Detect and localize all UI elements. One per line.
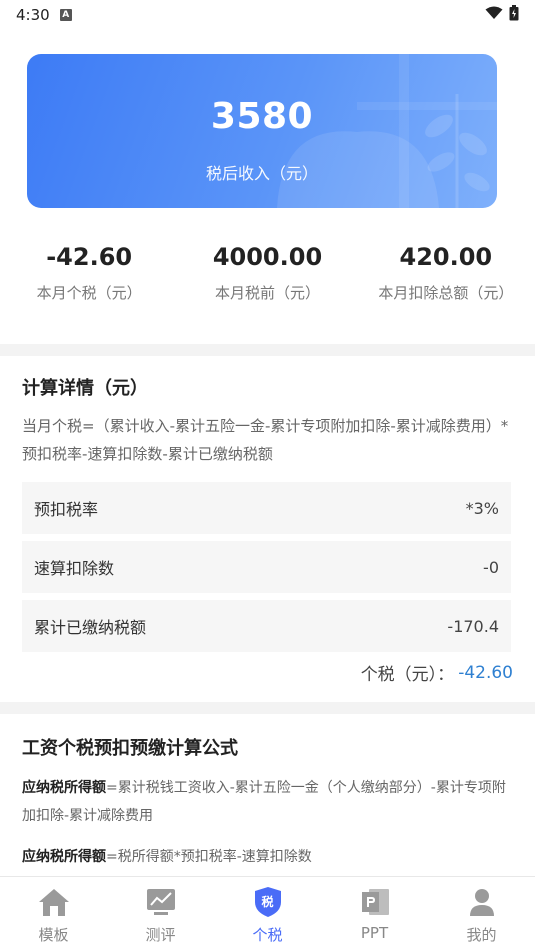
nav-item-ppt[interactable]: PPT [321,877,428,951]
battery-icon [509,5,519,25]
nav-label: 我的 [466,926,497,944]
details-title: 计算详情（元） [22,378,148,399]
chart-icon [144,885,178,919]
details-formula: 当月个税=（累计收入-累计五险一金-累计专项附加扣除-累计减除费用）*预扣税率-… [22,417,509,463]
formula-item: 应纳税所得额=累计税钱工资收入-累计五险一金（个人缴纳部分）-累计专项附加扣除-… [22,774,517,830]
detail-row-quick-deduction: 速算扣除数 -0 [22,541,511,593]
formula-term: 应纳税所得额 [22,849,106,865]
notification-icon: A [59,9,72,21]
detail-value: -170.4 [447,616,499,636]
detail-row-tax-paid: 累计已缴纳税额 -170.4 [22,600,511,652]
section-divider [0,702,535,714]
stat-value: -42.60 [46,243,133,271]
user-icon [465,885,499,919]
nav-label: PPT [360,924,389,942]
detail-label: 预扣税率 [34,500,99,519]
detail-value: *3% [465,498,499,518]
bottom-navigation: 模板 测评 税 个税 PPT 我的 [0,876,535,951]
stat-label: 本月个税（元） [36,284,142,302]
formula-item: 应纳税所得额=税所得额*预扣税率-速算扣除数 [22,843,517,871]
status-bar: 4:30 A [0,0,535,30]
detail-label: 速算扣除数 [34,559,115,578]
nav-label: 测评 [145,926,176,944]
tax-badge: 税 [261,894,274,909]
wifi-icon [485,6,503,24]
detail-value: -0 [483,557,499,577]
stat-label: 本月税前（元） [214,284,320,302]
formula-term: 应纳税所得额 [22,780,106,796]
formulas-title: 工资个税预扣预缴计算公式 [22,738,238,759]
nav-label: 模板 [38,926,69,944]
monthly-stats: -42.60 本月个税（元） 4000.00 本月税前（元） 420.00 本月… [0,240,535,320]
tax-total: 个税（元）： -42.60 [360,660,513,686]
home-icon [37,885,71,919]
stat-label: 本月扣除总额（元） [378,284,514,302]
stat-value: 420.00 [399,243,493,271]
nav-item-mine[interactable]: 我的 [428,877,535,951]
nav-label: 个税 [252,926,283,944]
status-time: 4:30 [16,6,50,24]
nav-item-evaluation[interactable]: 测评 [107,877,214,951]
tax-shield-icon: 税 [251,885,285,919]
after-tax-income-card: 3580 税后收入（元） [27,54,497,208]
stat-pretax: 4000.00 本月税前（元） [178,240,356,320]
nav-item-templates[interactable]: 模板 [0,877,107,951]
after-tax-income-label: 税后收入（元） [205,164,318,183]
detail-label: 累计已缴纳税额 [34,618,147,637]
tax-total-label: 个税（元）： [360,665,455,685]
tax-total-value: -42.60 [458,662,513,683]
formula-text: =税所得额*预扣税率-速算扣除数 [106,849,312,865]
ppt-icon [358,885,392,919]
stat-value: 4000.00 [212,243,323,271]
detail-row-withholding-rate: 预扣税率 *3% [22,482,511,534]
stat-deductions: 420.00 本月扣除总额（元） [357,240,535,320]
after-tax-income-value: 3580 [210,96,314,137]
stat-monthly-tax: -42.60 本月个税（元） [0,240,178,320]
nav-item-tax[interactable]: 税 个税 [214,877,321,951]
section-divider [0,344,535,356]
